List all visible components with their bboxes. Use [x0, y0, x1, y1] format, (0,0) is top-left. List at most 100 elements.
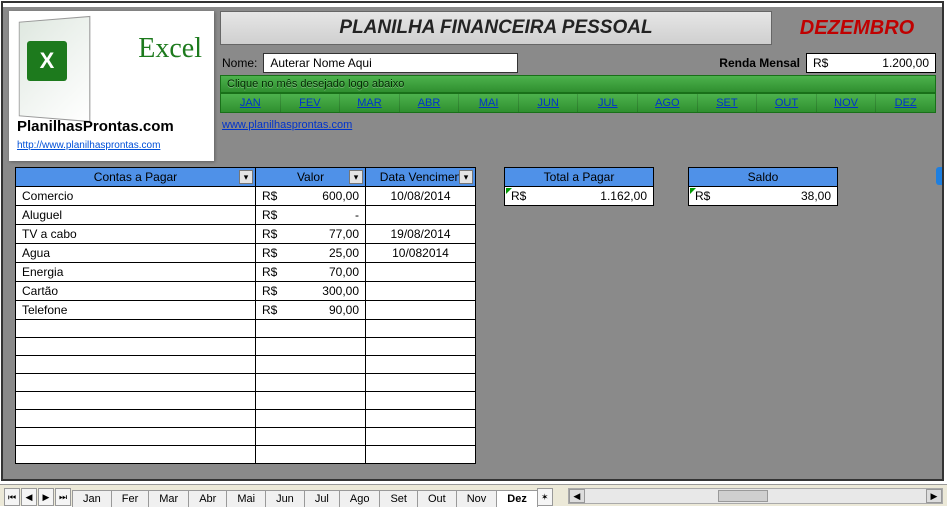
cell-valor[interactable]: R$25,00 [256, 244, 366, 263]
cell-contas[interactable]: TV a cabo [16, 225, 256, 244]
saldo-box: Saldo R$ 38,00 [688, 167, 838, 464]
tab-nav-last[interactable]: ⏭ [55, 488, 71, 506]
formula-indicator-icon [506, 188, 512, 194]
sheet-tab-mar[interactable]: Mar [148, 490, 189, 507]
col-header-data[interactable]: Data Vencimen ▾ [366, 168, 476, 187]
table-row [16, 446, 476, 464]
logo-brand-text: PlanilhasProntas.com [17, 118, 174, 135]
scroll-indicator [936, 167, 942, 185]
sheet-tab-jan[interactable]: Jan [72, 490, 112, 507]
sheet-tab-jul[interactable]: Jul [304, 490, 340, 507]
cell-data[interactable] [366, 301, 476, 320]
month-nav: JANFEVMARABRMAIJUNJULAGOSETOUTNOVDEZ [220, 93, 936, 113]
cell-contas[interactable]: Cartão [16, 282, 256, 301]
cell-valor[interactable]: R$70,00 [256, 263, 366, 282]
sheet-tab-mai[interactable]: Mai [226, 490, 266, 507]
table-row: AguaR$25,0010/082014 [16, 244, 476, 263]
saldo-value-cell[interactable]: R$ 38,00 [688, 187, 838, 206]
month-link-ago[interactable]: AGO [638, 94, 698, 112]
cell-data[interactable] [366, 263, 476, 282]
sheet-tab-abr[interactable]: Abr [188, 490, 227, 507]
total-box: Total a Pagar R$ 1.162,00 [504, 167, 654, 464]
total-value-cell[interactable]: R$ 1.162,00 [504, 187, 654, 206]
cell-valor[interactable]: R$90,00 [256, 301, 366, 320]
tab-nav-first[interactable]: ⏮ [4, 488, 20, 506]
cell-contas[interactable]: Energia [16, 263, 256, 282]
table-row: CartãoR$300,00 [16, 282, 476, 301]
instruction-bar: Clique no mês desejado logo abaixo [220, 75, 936, 93]
cell-contas[interactable]: Aluguel [16, 206, 256, 225]
table-row: AluguelR$- [16, 206, 476, 225]
nome-label: Nome: [222, 56, 257, 70]
table-row: TV a caboR$77,0019/08/2014 [16, 225, 476, 244]
table-row [16, 338, 476, 356]
month-link-fev[interactable]: FEV [281, 94, 341, 112]
sheet-tab-nov[interactable]: Nov [456, 490, 498, 507]
current-month: DEZEMBRO [772, 12, 942, 45]
cell-data[interactable] [366, 282, 476, 301]
sheet-tab-strip: ⏮ ◀ ▶ ⏭ JanFerMarAbrMaiJunJulAgoSetOutNo… [0, 484, 947, 506]
excel-icon: X [27, 41, 67, 81]
table-row: TelefoneR$90,00 [16, 301, 476, 320]
saldo-label: Saldo [688, 167, 838, 187]
page-title: PLANILHA FINANCEIRA PESSOAL [220, 11, 772, 45]
scroll-left-button[interactable]: ◀ [569, 489, 585, 503]
filter-dropdown-icon[interactable]: ▾ [239, 170, 253, 184]
table-row [16, 320, 476, 338]
tab-nav-next[interactable]: ▶ [38, 488, 54, 506]
renda-value-cell[interactable]: R$ 1.200,00 [806, 53, 936, 73]
table-row: EnergiaR$70,00 [16, 263, 476, 282]
sheet-tab-dez[interactable]: Dez [496, 490, 538, 507]
cell-data[interactable] [366, 206, 476, 225]
month-link-set[interactable]: SET [698, 94, 758, 112]
expenses-table: Contas a Pagar ▾ Valor ▾ Data Vencimen ▾… [15, 167, 476, 464]
month-link-jan[interactable]: JAN [221, 94, 281, 112]
cell-valor[interactable]: R$77,00 [256, 225, 366, 244]
logo-image: X Excel PlanilhasProntas.com http://www.… [9, 11, 214, 161]
month-link-abr[interactable]: ABR [400, 94, 460, 112]
scroll-thumb[interactable] [718, 490, 768, 502]
month-link-out[interactable]: OUT [757, 94, 817, 112]
table-row [16, 374, 476, 392]
month-link-jul[interactable]: JUL [578, 94, 638, 112]
sheet-tab-out[interactable]: Out [417, 490, 457, 507]
sheet-tab-ago[interactable]: Ago [339, 490, 381, 507]
table-row: ComercioR$600,0010/08/2014 [16, 187, 476, 206]
renda-label: Renda Mensal [719, 56, 800, 70]
cell-data[interactable]: 19/08/2014 [366, 225, 476, 244]
formula-indicator-icon [690, 188, 696, 194]
sheet-tab-set[interactable]: Set [379, 490, 418, 507]
tab-nav-prev[interactable]: ◀ [21, 488, 37, 506]
col-header-contas[interactable]: Contas a Pagar ▾ [16, 168, 256, 187]
total-label: Total a Pagar [504, 167, 654, 187]
renda-amount: 1.200,00 [882, 56, 929, 70]
sheet-tab-fer[interactable]: Fer [111, 490, 150, 507]
month-link-dez[interactable]: DEZ [876, 94, 935, 112]
horizontal-scrollbar[interactable]: ◀ ▶ [568, 488, 943, 504]
cell-valor[interactable]: R$- [256, 206, 366, 225]
renda-currency: R$ [813, 56, 828, 70]
sheet-tab-jun[interactable]: Jun [265, 490, 305, 507]
cell-contas[interactable]: Telefone [16, 301, 256, 320]
table-row [16, 392, 476, 410]
month-link-jun[interactable]: JUN [519, 94, 579, 112]
table-row [16, 356, 476, 374]
nome-input[interactable]: Auterar Nome Aqui [263, 53, 518, 73]
month-link-mai[interactable]: MAI [459, 94, 519, 112]
month-link-mar[interactable]: MAR [340, 94, 400, 112]
filter-dropdown-icon[interactable]: ▾ [349, 170, 363, 184]
cell-contas[interactable]: Comercio [16, 187, 256, 206]
scroll-right-button[interactable]: ▶ [926, 489, 942, 503]
cell-contas[interactable]: Agua [16, 244, 256, 263]
cell-data[interactable]: 10/082014 [366, 244, 476, 263]
site-link[interactable]: www.planilhasprontas.com [222, 119, 352, 131]
cell-data[interactable]: 10/08/2014 [366, 187, 476, 206]
month-link-nov[interactable]: NOV [817, 94, 877, 112]
table-row [16, 428, 476, 446]
worksheet-frame: X Excel PlanilhasProntas.com http://www.… [1, 1, 944, 481]
col-header-valor[interactable]: Valor ▾ [256, 168, 366, 187]
cell-valor[interactable]: R$300,00 [256, 282, 366, 301]
filter-dropdown-icon[interactable]: ▾ [459, 170, 473, 184]
cell-valor[interactable]: R$600,00 [256, 187, 366, 206]
new-sheet-button[interactable]: ✶ [537, 488, 553, 506]
